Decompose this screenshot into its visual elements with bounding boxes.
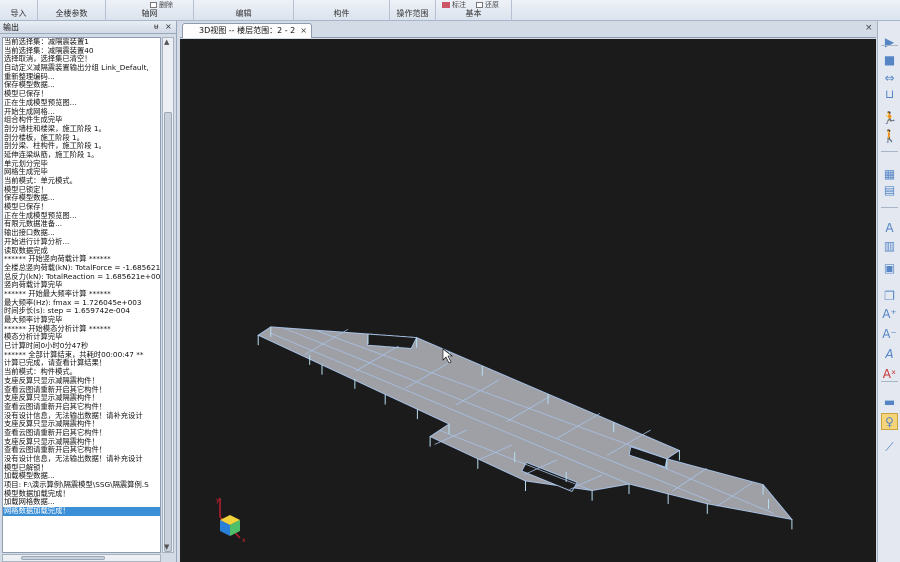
pin-icon[interactable]: ♀ bbox=[881, 413, 898, 430]
output-panel-header: 输出 ᵾ × bbox=[0, 21, 176, 34]
font-up-icon[interactable]: A⁺ bbox=[881, 305, 898, 322]
toolbar-separator bbox=[881, 45, 898, 46]
ribbon-group-label: 编辑 bbox=[235, 9, 252, 18]
stop-icon[interactable]: ■ bbox=[881, 51, 898, 68]
horizontal-scrollbar[interactable] bbox=[2, 554, 161, 562]
ribbon-group-building-params[interactable]: 全楼参数 bbox=[38, 0, 106, 21]
ribbon-group-label: 操作范围 bbox=[396, 9, 429, 18]
pan-icon[interactable]: ⇔ bbox=[881, 69, 898, 86]
toolbar-separator bbox=[881, 381, 898, 382]
erase-icon bbox=[442, 2, 450, 8]
close-icon[interactable]: × bbox=[165, 22, 172, 31]
separator-icon[interactable]: ▬ bbox=[881, 393, 898, 410]
play-icon[interactable]: ▶ bbox=[881, 33, 898, 50]
ribbon-group-basic[interactable]: 标注 还原 基本 bbox=[436, 0, 512, 21]
measure-icon[interactable]: ⊔ bbox=[881, 85, 898, 102]
output-log[interactable]: 当前选择集：减隔震装置1 当前选择集：减隔震装置40 选择取消，选择集已清空！ 自动定… bbox=[2, 37, 161, 553]
walk-icon[interactable]: 🏃 bbox=[881, 109, 898, 126]
font-clear-icon[interactable]: Aˣ bbox=[881, 365, 898, 382]
ribbon-group-import[interactable]: 导入 bbox=[0, 0, 38, 21]
grid-icon[interactable]: ▦ bbox=[881, 165, 898, 182]
beam-line bbox=[282, 327, 712, 502]
close-icon[interactable]: × bbox=[300, 26, 307, 35]
image-icon[interactable]: ▣ bbox=[881, 259, 898, 276]
delete-mini-button[interactable]: 删除 bbox=[150, 0, 173, 10]
font-down-icon[interactable]: A⁻ bbox=[881, 325, 898, 342]
axis-icon[interactable]: ⟋ bbox=[881, 439, 898, 456]
toolbar-separator bbox=[881, 207, 898, 208]
ribbon-group-operation-range[interactable]: 操作范围 bbox=[390, 0, 436, 21]
scroll-down-icon[interactable]: ▼ bbox=[164, 543, 169, 551]
output-panel-title: 输出 bbox=[3, 22, 19, 32]
toolbar-separator bbox=[881, 151, 898, 152]
vertical-scrollbar[interactable]: ▲ ▼ bbox=[162, 37, 174, 553]
3d-viewport[interactable]: y x bbox=[180, 39, 876, 562]
ribbon-group-component[interactable]: 构件 bbox=[294, 0, 390, 21]
right-toolbar: ▶ ■ ⇔ ⊔ 🏃 🚶 ▦ ▤ A ▥ ▣ ❐ A⁺ A⁻ 𝘈 Aˣ ▬ ♀ ⟋ bbox=[877, 21, 900, 562]
ribbon-group-label: 全楼参数 bbox=[55, 9, 88, 18]
scroll-up-icon[interactable]: ▲ bbox=[164, 38, 169, 46]
run-icon[interactable]: 🚶 bbox=[881, 127, 898, 144]
output-line: 网格数据加载完成！ bbox=[3, 506, 160, 516]
erase-mini-button[interactable]: 标注 bbox=[442, 0, 466, 10]
ribbon-group-label: 构件 bbox=[333, 9, 350, 18]
mini-label: 还原 bbox=[485, 1, 499, 9]
tab-label: 3D视图 -- 楼层范围：2 - 2 bbox=[199, 26, 296, 35]
ribbon-group-edit[interactable]: 编辑 bbox=[194, 0, 294, 21]
layer-icon[interactable]: ▥ bbox=[881, 237, 898, 254]
close-icon[interactable]: × bbox=[865, 23, 873, 33]
text-icon[interactable]: A bbox=[881, 219, 898, 236]
copy-icon[interactable]: ❐ bbox=[881, 287, 898, 304]
restore-mini-button[interactable]: 还原 bbox=[476, 0, 499, 10]
tab-3d-view[interactable]: 3D视图 -- 楼层范围：2 - 2 × bbox=[182, 23, 312, 38]
italic-icon[interactable]: 𝘈 bbox=[881, 345, 898, 362]
output-panel: 输出 ᵾ × 当前选择集：减隔震装置1 当前选择集：减隔震装置40 选择取消，选择集… bbox=[0, 21, 177, 562]
frame-icon[interactable]: ▤ bbox=[881, 181, 898, 198]
mini-label: 标注 bbox=[452, 1, 466, 9]
scrollbar-thumb[interactable] bbox=[21, 556, 105, 560]
pin-icon[interactable]: ᵾ bbox=[154, 22, 158, 31]
ribbon-group-axis-grid[interactable]: 删除 轴网 bbox=[106, 0, 194, 21]
checkbox-icon bbox=[150, 2, 157, 8]
scrollbar-thumb[interactable] bbox=[164, 112, 172, 552]
mini-label: 删除 bbox=[159, 1, 173, 9]
structural-model[interactable] bbox=[180, 39, 876, 562]
ribbon-group-label: 导入 bbox=[10, 9, 27, 18]
document-tabbar: 3D视图 -- 楼层范围：2 - 2 × × bbox=[180, 21, 876, 38]
restore-icon bbox=[476, 2, 483, 8]
ribbon: 导入 全楼参数 删除 轴网 编辑 构件 操作范围 标注 还原 基本 bbox=[0, 0, 900, 21]
